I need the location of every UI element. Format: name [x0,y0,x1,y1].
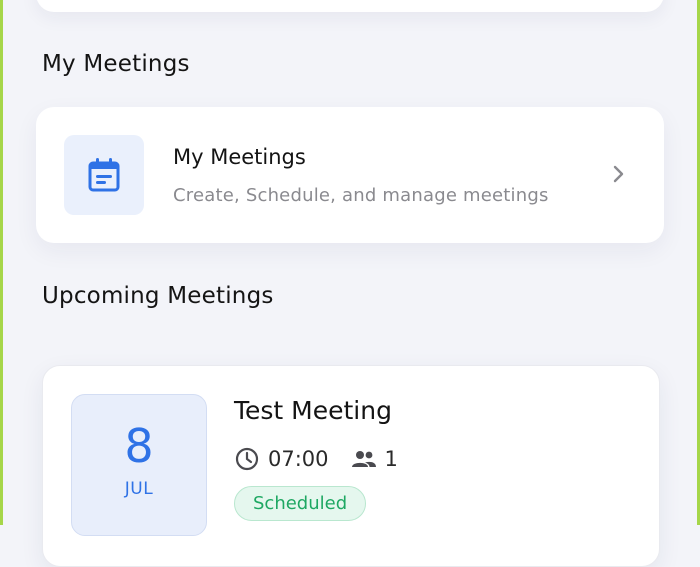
meeting-title: Test Meeting [234,396,392,425]
people-icon [351,451,376,467]
window-edge-left [0,0,3,525]
meeting-date-day: 8 [124,419,154,473]
section-title-upcoming: Upcoming Meetings [42,283,274,309]
meeting-meta: 07:00 1 [234,446,398,472]
meeting-participants: 1 [384,447,398,471]
my-meetings-card-subtitle: Create, Schedule, and manage meetings [173,185,549,206]
my-meetings-card[interactable]: My Meetings Create, Schedule, and manage… [36,107,664,243]
clock-icon [235,447,259,471]
my-meetings-card-title: My Meetings [173,145,306,169]
meeting-time: 07:00 [268,447,329,471]
meeting-date-box: 8 JUL [71,394,207,536]
meeting-date-month: JUL [124,479,154,499]
calendar-icon [88,158,120,192]
status-badge: Scheduled [234,486,367,521]
previous-card [36,0,664,12]
section-title-my-meetings: My Meetings [42,51,190,77]
meeting-card[interactable]: 8 JUL Test Meeting 07:00 1 Scheduled [42,365,660,567]
calendar-icon-box [64,135,144,215]
chevron-right-icon [613,165,624,183]
